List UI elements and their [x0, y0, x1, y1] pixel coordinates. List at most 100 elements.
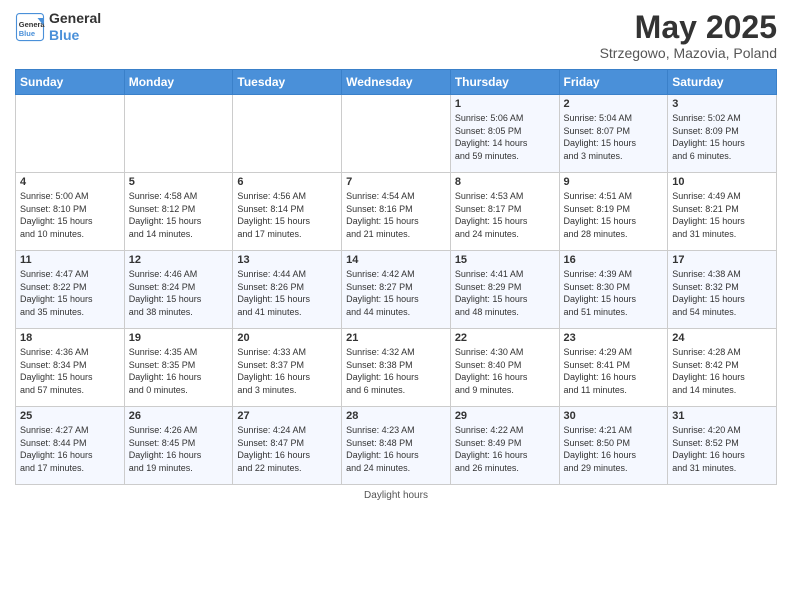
- day-info: Sunrise: 4:23 AM Sunset: 8:48 PM Dayligh…: [346, 424, 446, 474]
- day-number: 25: [20, 410, 120, 422]
- day-number: 5: [129, 176, 229, 188]
- page-header: General Blue General Blue May 2025 Strze…: [15, 10, 777, 61]
- svg-text:Blue: Blue: [19, 29, 35, 38]
- calendar-cell: 15 Sunrise: 4:41 AM Sunset: 8:29 PM Dayli…: [450, 251, 559, 329]
- day-number: 8: [455, 176, 555, 188]
- day-info: Sunrise: 4:58 AM Sunset: 8:12 PM Dayligh…: [129, 190, 229, 240]
- day-info: Sunrise: 4:20 AM Sunset: 8:52 PM Dayligh…: [672, 424, 772, 474]
- calendar-cell: 21 Sunrise: 4:32 AM Sunset: 8:38 PM Dayli…: [342, 329, 451, 407]
- weekday-header-wednesday: Wednesday: [342, 70, 451, 95]
- day-number: 21: [346, 332, 446, 344]
- day-number: 22: [455, 332, 555, 344]
- day-number: 17: [672, 254, 772, 266]
- day-number: 30: [564, 410, 664, 422]
- calendar-cell: 29Sunrise: 4:22 AM Sunset: 8:49 PM Dayli…: [450, 407, 559, 485]
- day-info: Sunrise: 4:26 AM Sunset: 8:45 PM Dayligh…: [129, 424, 229, 474]
- logo-text: General Blue: [49, 10, 101, 44]
- calendar-cell: 23 Sunrise: 4:29 AM Sunset: 8:41 PM Dayli…: [559, 329, 668, 407]
- calendar-week-1: 1Sunrise: 5:06 AM Sunset: 8:05 PM Daylig…: [16, 95, 777, 173]
- day-number: 11: [20, 254, 120, 266]
- day-number: 28: [346, 410, 446, 422]
- calendar-cell: 24Sunrise: 4:28 AM Sunset: 8:42 PM Dayli…: [668, 329, 777, 407]
- day-info: Sunrise: 5:06 AM Sunset: 8:05 PM Dayligh…: [455, 112, 555, 162]
- day-number: 12: [129, 254, 229, 266]
- location-subtitle: Strzegowo, Mazovia, Poland: [600, 45, 777, 61]
- calendar-cell: 10Sunrise: 4:49 AM Sunset: 8:21 PM Dayli…: [668, 173, 777, 251]
- calendar-cell: 9Sunrise: 4:51 AM Sunset: 8:19 PM Daylig…: [559, 173, 668, 251]
- day-number: 3: [672, 98, 772, 110]
- calendar-week-5: 25 Sunrise: 4:27 AM Sunset: 8:44 PM Dayli…: [16, 407, 777, 485]
- calendar-cell: 5 Sunrise: 4:58 AM Sunset: 8:12 PM Daylig…: [124, 173, 233, 251]
- calendar-week-3: 11 Sunrise: 4:47 AM Sunset: 8:22 PM Dayli…: [16, 251, 777, 329]
- day-info: Sunrise: 4:33 AM Sunset: 8:37 PM Dayligh…: [237, 346, 337, 396]
- calendar-cell: [16, 95, 125, 173]
- day-number: 14: [346, 254, 446, 266]
- calendar-cell: 20 Sunrise: 4:33 AM Sunset: 8:37 PM Dayli…: [233, 329, 342, 407]
- day-number: 7: [346, 176, 446, 188]
- day-number: 23: [564, 332, 664, 344]
- calendar-cell: 22Sunrise: 4:30 AM Sunset: 8:40 PM Dayli…: [450, 329, 559, 407]
- day-info: Sunrise: 4:21 AM Sunset: 8:50 PM Dayligh…: [564, 424, 664, 474]
- calendar-cell: 27Sunrise: 4:24 AM Sunset: 8:47 PM Dayli…: [233, 407, 342, 485]
- day-info: Sunrise: 5:02 AM Sunset: 8:09 PM Dayligh…: [672, 112, 772, 162]
- day-number: 31: [672, 410, 772, 422]
- day-number: 10: [672, 176, 772, 188]
- weekday-header-sunday: Sunday: [16, 70, 125, 95]
- day-info: Sunrise: 4:32 AM Sunset: 8:38 PM Dayligh…: [346, 346, 446, 396]
- calendar-cell: 26 Sunrise: 4:26 AM Sunset: 8:45 PM Dayli…: [124, 407, 233, 485]
- calendar-cell: [233, 95, 342, 173]
- day-number: 26: [129, 410, 229, 422]
- day-number: 2: [564, 98, 664, 110]
- calendar-footer: Daylight hours: [15, 490, 777, 501]
- day-number: 20: [237, 332, 337, 344]
- calendar-cell: 11 Sunrise: 4:47 AM Sunset: 8:22 PM Dayli…: [16, 251, 125, 329]
- calendar-cell: 6Sunrise: 4:56 AM Sunset: 8:14 PM Daylig…: [233, 173, 342, 251]
- day-info: Sunrise: 4:27 AM Sunset: 8:44 PM Dayligh…: [20, 424, 120, 474]
- day-info: Sunrise: 4:29 AM Sunset: 8:41 PM Dayligh…: [564, 346, 664, 396]
- calendar-week-2: 4Sunrise: 5:00 AM Sunset: 8:10 PM Daylig…: [16, 173, 777, 251]
- day-info: Sunrise: 4:44 AM Sunset: 8:26 PM Dayligh…: [237, 268, 337, 318]
- calendar-cell: 16Sunrise: 4:39 AM Sunset: 8:30 PM Dayli…: [559, 251, 668, 329]
- day-number: 13: [237, 254, 337, 266]
- calendar-header: SundayMondayTuesdayWednesdayThursdayFrid…: [16, 70, 777, 95]
- calendar-cell: 30 Sunrise: 4:21 AM Sunset: 8:50 PM Dayli…: [559, 407, 668, 485]
- calendar-table: SundayMondayTuesdayWednesdayThursdayFrid…: [15, 69, 777, 485]
- daylight-label: Daylight hours: [364, 490, 428, 501]
- month-title: May 2025: [600, 10, 777, 45]
- day-info: Sunrise: 4:35 AM Sunset: 8:35 PM Dayligh…: [129, 346, 229, 396]
- weekday-header-tuesday: Tuesday: [233, 70, 342, 95]
- day-info: Sunrise: 4:54 AM Sunset: 8:16 PM Dayligh…: [346, 190, 446, 240]
- logo-line2: Blue: [49, 27, 79, 43]
- day-number: 6: [237, 176, 337, 188]
- day-info: Sunrise: 4:36 AM Sunset: 8:34 PM Dayligh…: [20, 346, 120, 396]
- calendar-body: 1Sunrise: 5:06 AM Sunset: 8:05 PM Daylig…: [16, 95, 777, 485]
- calendar-cell: 14Sunrise: 4:42 AM Sunset: 8:27 PM Dayli…: [342, 251, 451, 329]
- calendar-cell: 18 Sunrise: 4:36 AM Sunset: 8:34 PM Dayli…: [16, 329, 125, 407]
- day-info: Sunrise: 4:38 AM Sunset: 8:32 PM Dayligh…: [672, 268, 772, 318]
- day-number: 18: [20, 332, 120, 344]
- day-info: Sunrise: 5:00 AM Sunset: 8:10 PM Dayligh…: [20, 190, 120, 240]
- weekday-header-row: SundayMondayTuesdayWednesdayThursdayFrid…: [16, 70, 777, 95]
- weekday-header-monday: Monday: [124, 70, 233, 95]
- weekday-header-thursday: Thursday: [450, 70, 559, 95]
- calendar-cell: 12Sunrise: 4:46 AM Sunset: 8:24 PM Dayli…: [124, 251, 233, 329]
- weekday-header-friday: Friday: [559, 70, 668, 95]
- calendar-cell: 13 Sunrise: 4:44 AM Sunset: 8:26 PM Dayli…: [233, 251, 342, 329]
- page-container: General Blue General Blue May 2025 Strze…: [0, 0, 792, 612]
- calendar-week-4: 18 Sunrise: 4:36 AM Sunset: 8:34 PM Dayli…: [16, 329, 777, 407]
- day-number: 27: [237, 410, 337, 422]
- day-info: Sunrise: 4:22 AM Sunset: 8:49 PM Dayligh…: [455, 424, 555, 474]
- day-number: 15: [455, 254, 555, 266]
- calendar-cell: 25 Sunrise: 4:27 AM Sunset: 8:44 PM Dayli…: [16, 407, 125, 485]
- logo-line1: General: [49, 10, 101, 26]
- calendar-cell: 19Sunrise: 4:35 AM Sunset: 8:35 PM Dayli…: [124, 329, 233, 407]
- day-info: Sunrise: 4:41 AM Sunset: 8:29 PM Dayligh…: [455, 268, 555, 318]
- day-info: Sunrise: 4:53 AM Sunset: 8:17 PM Dayligh…: [455, 190, 555, 240]
- weekday-header-saturday: Saturday: [668, 70, 777, 95]
- day-info: Sunrise: 5:04 AM Sunset: 8:07 PM Dayligh…: [564, 112, 664, 162]
- calendar-cell: 4Sunrise: 5:00 AM Sunset: 8:10 PM Daylig…: [16, 173, 125, 251]
- day-info: Sunrise: 4:47 AM Sunset: 8:22 PM Dayligh…: [20, 268, 120, 318]
- calendar-cell: 1Sunrise: 5:06 AM Sunset: 8:05 PM Daylig…: [450, 95, 559, 173]
- day-info: Sunrise: 4:51 AM Sunset: 8:19 PM Dayligh…: [564, 190, 664, 240]
- day-number: 16: [564, 254, 664, 266]
